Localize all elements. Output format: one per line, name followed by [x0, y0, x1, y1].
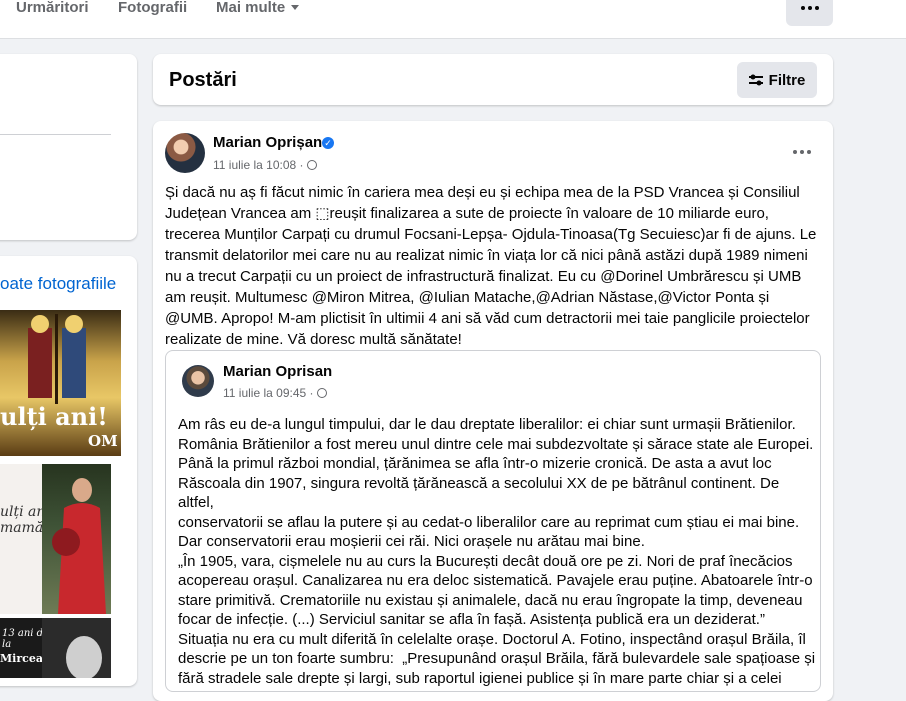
tab-more[interactable]: Mai multe — [216, 0, 300, 20]
profile-tab-bar: Urmăritori Fotografii Mai multe — [0, 0, 906, 39]
sliders-icon — [748, 74, 763, 86]
shared-post-body-text: Am râs eu de-a lungul timpului, dar le d… — [178, 416, 816, 687]
globe-icon — [316, 388, 327, 398]
ellipsis-icon — [800, 6, 805, 10]
tab-more-label: Mai multe — [216, 0, 286, 16]
post-author-name[interactable]: Marian Oprișan — [213, 134, 322, 151]
shared-post-timestamp[interactable]: 11 iulie la 09:45 · — [223, 386, 327, 400]
avatar[interactable] — [182, 365, 214, 397]
photo-greeting-text: ulți ani! — [0, 402, 108, 431]
shared-post-date[interactable]: 11 iulie la 09:45 · — [223, 386, 314, 400]
post-timestamp[interactable]: 11 iulie la 10:08 · — [213, 158, 317, 172]
see-all-photos-link[interactable]: oate fotografiile — [0, 274, 116, 294]
ellipsis-dot — [814, 6, 819, 10]
photo-thumbnail[interactable] — [42, 618, 111, 678]
photo-thumbnail[interactable] — [42, 464, 111, 614]
filters-button[interactable]: Filtre — [737, 62, 817, 98]
ellipsis-dot — [807, 150, 811, 154]
posts-header: Postări Filtre — [153, 54, 833, 105]
ellipsis-dot — [807, 6, 812, 10]
shared-post[interactable]: Marian Oprisan 11 iulie la 09:45 · Am râ… — [165, 350, 821, 692]
photo-thumbnail[interactable]: ulți ani! OM — [0, 310, 121, 456]
profile-more-button[interactable] — [786, 0, 833, 26]
ellipsis-dot — [800, 150, 804, 154]
post-body-text: Și dacă nu aș fi făcut nimic în cariera … — [165, 184, 821, 348]
verified-badge-icon: ✓ — [322, 137, 334, 149]
intro-card — [0, 54, 137, 240]
ellipsis-icon — [793, 150, 797, 154]
post-card: Marian Oprișan ✓ 11 iulie la 10:08 · Și … — [153, 121, 833, 701]
photos-card: oate fotografiile ulți ani! OM ulți ani,… — [0, 256, 137, 686]
filters-button-label: Filtre — [768, 71, 806, 89]
post-date[interactable]: 11 iulie la 10:08 · — [213, 158, 304, 172]
shared-post-author-name[interactable]: Marian Oprisan — [223, 363, 332, 380]
page-title: Postări — [169, 69, 237, 91]
globe-icon — [306, 160, 317, 170]
post-options-button[interactable] — [793, 150, 811, 154]
divider — [0, 134, 111, 135]
tab-photos[interactable]: Fotografii — [118, 0, 187, 20]
avatar[interactable] — [165, 133, 205, 173]
photo-logo-text: OM — [88, 432, 118, 450]
tab-followers[interactable]: Urmăritori — [16, 0, 89, 20]
portrait-image — [66, 636, 102, 678]
woman-with-flowers-image — [52, 478, 106, 614]
chevron-down-icon — [291, 5, 300, 10]
